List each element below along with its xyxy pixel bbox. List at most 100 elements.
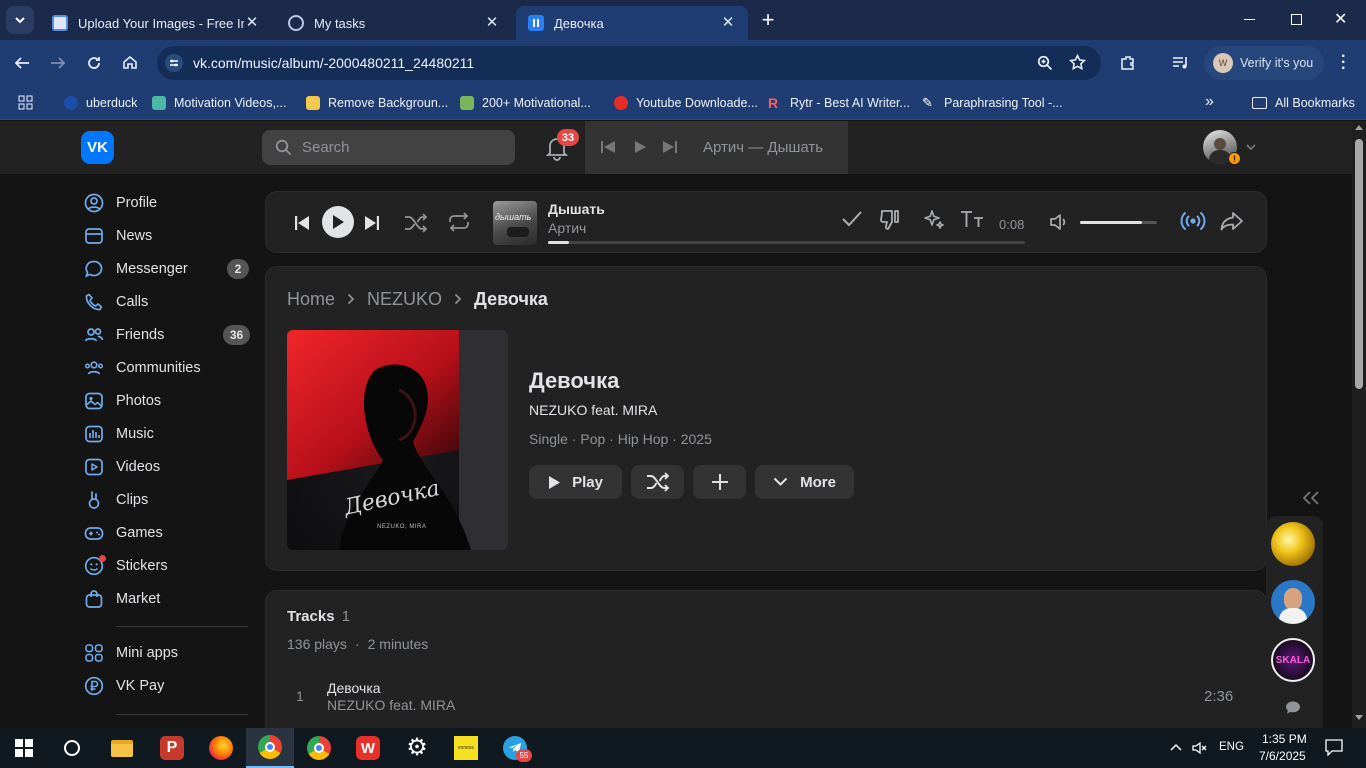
sidebar-item-videos[interactable]: Videos bbox=[84, 453, 160, 481]
notifications-button[interactable]: 33 bbox=[545, 129, 579, 161]
tray-chevron-up-icon[interactable] bbox=[1170, 743, 1182, 751]
wps-office-button[interactable]: W bbox=[344, 728, 392, 768]
extensions-icon[interactable] bbox=[1119, 54, 1137, 72]
sidebar-item-communities[interactable]: Communities bbox=[84, 354, 201, 382]
close-icon[interactable]: ✕ bbox=[244, 15, 260, 31]
header-mini-player[interactable]: Артич — Дышать bbox=[585, 121, 848, 174]
tab-search-button[interactable] bbox=[6, 6, 34, 34]
file-explorer-button[interactable] bbox=[98, 728, 146, 768]
forward-arrow-icon[interactable] bbox=[50, 55, 66, 71]
table-row[interactable]: 1 Девочка NEZUKO feat. MIRA 2:36 bbox=[276, 675, 1258, 717]
next-track-icon[interactable] bbox=[364, 215, 380, 231]
collapse-rail-icon[interactable] bbox=[1303, 491, 1319, 505]
browser-tab-upload[interactable]: Upload Your Images - Free Imag ✕ bbox=[40, 6, 272, 40]
profile-verify-chip[interactable]: W Verify it's you bbox=[1204, 46, 1324, 80]
sidebar-item-photos[interactable]: Photos bbox=[84, 387, 161, 415]
sidebar-item-games[interactable]: Games bbox=[84, 519, 163, 547]
search-input[interactable]: Search bbox=[262, 130, 515, 165]
language-indicator[interactable]: ENG bbox=[1219, 741, 1244, 753]
sidebar-item-market[interactable]: Market bbox=[84, 585, 160, 613]
chrome-button[interactable] bbox=[295, 728, 343, 768]
page-scrollbar[interactable] bbox=[1352, 121, 1366, 728]
clock-date[interactable]: 7/6/2025 bbox=[1259, 749, 1306, 763]
mini-player-track[interactable]: Артич — Дышать bbox=[703, 139, 823, 156]
rail-avatar-person[interactable] bbox=[1271, 580, 1315, 624]
window-close-button[interactable]: ✕ bbox=[1334, 9, 1347, 29]
shuffle-album-button[interactable] bbox=[631, 465, 684, 499]
browser-tab-active[interactable]: Девочка ✕ bbox=[516, 6, 748, 40]
ai-sparkle-icon[interactable] bbox=[922, 208, 946, 232]
play-button[interactable] bbox=[322, 206, 354, 238]
sidebar-item-music[interactable]: Music bbox=[84, 420, 154, 448]
speaker-muted-icon[interactable] bbox=[1192, 740, 1208, 756]
album-artist[interactable]: NEZUKO feat. MIRA bbox=[529, 402, 657, 418]
volume-icon[interactable] bbox=[1049, 212, 1071, 232]
sidebar-item-clips[interactable]: Clips bbox=[84, 486, 148, 514]
rail-avatar-gold[interactable] bbox=[1271, 522, 1315, 566]
share-icon[interactable] bbox=[1220, 211, 1244, 231]
exness-button[interactable]: exness bbox=[442, 728, 490, 768]
chat-bubble-icon[interactable] bbox=[1285, 700, 1301, 715]
clock-time[interactable]: 1:35 PM bbox=[1262, 732, 1307, 746]
mini-next-icon[interactable] bbox=[662, 140, 678, 154]
sidebar-item-news[interactable]: News bbox=[84, 222, 152, 250]
shuffle-icon[interactable] bbox=[404, 213, 428, 233]
start-button[interactable] bbox=[0, 728, 48, 768]
user-menu[interactable]: ! bbox=[1203, 130, 1259, 166]
telegram-button[interactable]: 55 bbox=[491, 728, 539, 768]
breadcrumb-home[interactable]: Home bbox=[287, 289, 335, 310]
site-info-icon[interactable] bbox=[165, 54, 183, 72]
address-bar[interactable]: vk.com/music/album/-2000480211_24480211 bbox=[157, 46, 1101, 80]
browser-tab-my-tasks[interactable]: My tasks ✕ bbox=[276, 6, 512, 40]
scroll-down-icon[interactable] bbox=[1355, 715, 1363, 720]
back-arrow-icon[interactable] bbox=[14, 55, 30, 71]
track-progress-bar[interactable] bbox=[548, 241, 1025, 244]
add-checkmark-icon[interactable] bbox=[841, 210, 863, 228]
search-button[interactable] bbox=[48, 728, 96, 768]
album-cover[interactable]: Девочка NEZUKO, MIRA bbox=[287, 330, 508, 550]
bookmark-rytr[interactable]: R Rytr - Best AI Writer... bbox=[768, 92, 910, 114]
minimize-button[interactable] bbox=[1244, 19, 1255, 20]
repeat-icon[interactable] bbox=[447, 212, 471, 232]
more-bookmarks-icon[interactable]: » bbox=[1205, 93, 1214, 111]
close-icon[interactable]: ✕ bbox=[720, 15, 736, 31]
restore-button[interactable] bbox=[1291, 14, 1302, 25]
scroll-up-icon[interactable] bbox=[1355, 125, 1363, 130]
mini-play-icon[interactable] bbox=[633, 140, 647, 154]
vk-logo[interactable]: VK bbox=[81, 131, 114, 164]
more-button[interactable]: More bbox=[755, 465, 854, 499]
current-track-artist[interactable]: Артич bbox=[548, 220, 586, 236]
previous-track-icon[interactable] bbox=[294, 215, 310, 231]
bookmark-motivational[interactable]: 200+ Motivational... bbox=[460, 92, 591, 114]
mini-prev-icon[interactable] bbox=[600, 140, 616, 154]
scroll-thumb[interactable] bbox=[1355, 139, 1363, 389]
media-control-icon[interactable] bbox=[1172, 55, 1190, 71]
home-icon[interactable] bbox=[122, 54, 138, 70]
add-album-button[interactable] bbox=[693, 465, 746, 499]
firefox-button[interactable] bbox=[197, 728, 245, 768]
chrome-profile-button[interactable] bbox=[246, 728, 294, 768]
settings-button[interactable]: ⚙ bbox=[393, 728, 441, 768]
lyrics-text-icon[interactable] bbox=[960, 210, 984, 228]
sidebar-item-calls[interactable]: Calls bbox=[84, 288, 148, 316]
bookmark-paraphrasing-tool[interactable]: ✎ Paraphrasing Tool -... bbox=[922, 92, 1063, 114]
bookmark-uberduck[interactable]: uberduck bbox=[64, 92, 137, 114]
sidebar-item-mini-apps[interactable]: Mini apps bbox=[84, 639, 178, 667]
notification-center-icon[interactable] bbox=[1325, 739, 1343, 756]
close-icon[interactable]: ✕ bbox=[484, 15, 500, 31]
all-bookmarks[interactable]: All Bookmarks bbox=[1252, 92, 1355, 114]
current-track-cover[interactable]: дышать bbox=[493, 201, 537, 245]
sidebar-item-messenger[interactable]: Messenger 2 bbox=[84, 255, 249, 283]
browser-menu-icon[interactable]: · · · bbox=[1341, 49, 1346, 77]
new-tab-button[interactable]: + bbox=[758, 9, 778, 31]
url-text[interactable]: vk.com/music/album/-2000480211_24480211 bbox=[193, 55, 474, 71]
zoom-icon[interactable] bbox=[1037, 55, 1053, 71]
breadcrumb-artist[interactable]: NEZUKO bbox=[367, 289, 442, 310]
sidebar-item-profile[interactable]: Profile bbox=[84, 189, 157, 217]
bookmark-remove-background[interactable]: Remove Backgroun... bbox=[306, 92, 448, 114]
track-artist[interactable]: NEZUKO feat. MIRA bbox=[327, 697, 455, 713]
app-button-p[interactable]: P bbox=[148, 728, 196, 768]
broadcast-icon[interactable] bbox=[1180, 209, 1206, 233]
reload-icon[interactable] bbox=[86, 55, 102, 71]
current-track-title[interactable]: Дышать bbox=[548, 201, 605, 217]
